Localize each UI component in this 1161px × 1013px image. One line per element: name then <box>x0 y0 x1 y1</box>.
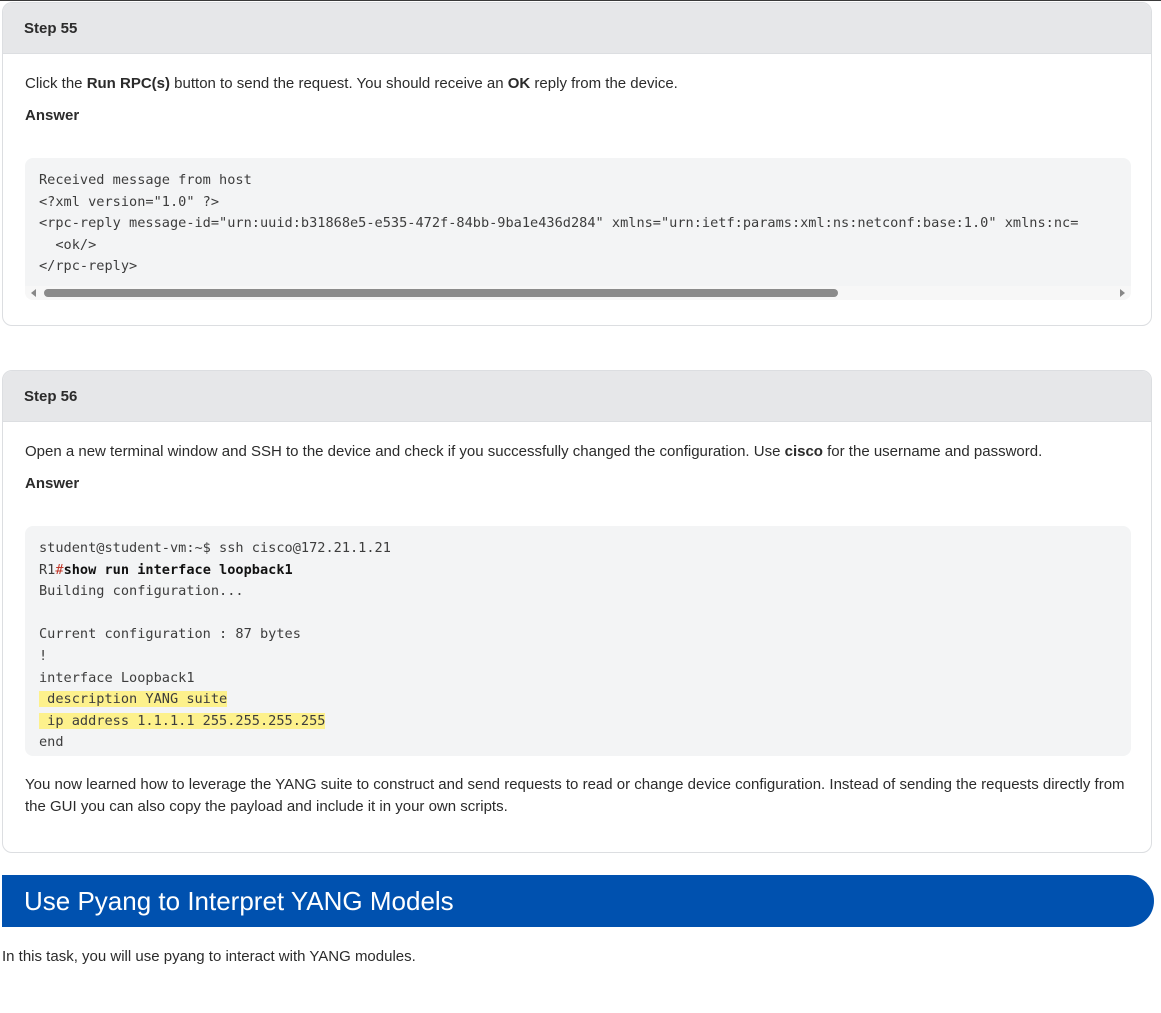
step-55-card: Step 55 Click the Run RPC(s) button to s… <box>2 2 1152 326</box>
scroll-left-arrow-icon[interactable] <box>31 288 36 297</box>
code-line: Received message from host <box>39 172 252 188</box>
code-line: <rpc-reply message-id="urn:uuid:b31868e5… <box>39 215 1079 232</box>
instr-text: reply from the device. <box>530 75 678 92</box>
instr-text: button to send the request. You should r… <box>170 75 508 92</box>
code-line: interface Loopback1 <box>39 669 195 686</box>
step-56-title: Step 56 <box>24 387 78 405</box>
code-line: ! <box>39 647 48 664</box>
code-line: </rpc-reply> <box>39 258 138 275</box>
step-55-code-block: Received message from host <?xml version… <box>25 158 1131 300</box>
instr-text: Open a new terminal window and SSH to th… <box>25 443 785 460</box>
step-55-title: Step 55 <box>24 19 78 37</box>
run-rpc-label: Run RPC(s) <box>86 75 171 92</box>
step-55-instruction: Click the Run RPC(s) button to send the … <box>25 73 1129 95</box>
step-56-header: Step 56 <box>3 371 1151 422</box>
step-56-summary: You now learned how to leverage the YANG… <box>25 775 1125 815</box>
step-55-body: Click the Run RPC(s) button to send the … <box>3 73 1151 300</box>
cisco-label: cisco <box>784 443 823 460</box>
code-content: Received message from host <?xml version… <box>25 158 1131 286</box>
scrollbar-thumb[interactable] <box>44 288 838 297</box>
step-56-instruction: Open a new terminal window and SSH to th… <box>25 441 1129 463</box>
prompt-hash: # <box>55 561 64 578</box>
scroll-right-arrow-icon[interactable] <box>1120 288 1125 297</box>
code-line: Current configuration : 87 bytes <box>39 626 301 643</box>
step-55-header: Step 55 <box>3 3 1151 54</box>
section-intro: In this task, you will use pyang to inte… <box>2 948 416 965</box>
top-border <box>0 0 1161 1</box>
code-line: student@student-vm:~$ ssh cisco@172.21.1… <box>39 540 391 556</box>
code-line: Building configuration... <box>39 583 244 600</box>
ok-label: OK <box>507 75 531 92</box>
code-line: <?xml version="1.0" ?> <box>39 193 220 210</box>
step-55-answer-label: Answer <box>25 107 80 124</box>
code-line: <ok/> <box>39 236 97 253</box>
step-56-card: Step 56 Open a new terminal window and S… <box>2 370 1152 853</box>
highlighted-code-line: description YANG suite <box>39 691 228 708</box>
step-56-answer-label: Answer <box>25 475 80 492</box>
prompt-host: R1 <box>39 561 56 578</box>
horizontal-scrollbar[interactable] <box>25 285 1131 300</box>
instr-text: for the username and password. <box>822 443 1043 460</box>
section-banner: Use Pyang to Interpret YANG Models <box>2 875 1154 927</box>
code-content: student@student-vm:~$ ssh cisco@172.21.1… <box>25 526 1131 756</box>
section-title: Use Pyang to Interpret YANG Models <box>24 885 454 916</box>
highlighted-code-line: ip address 1.1.1.1 255.255.255.255 <box>39 712 326 729</box>
step-56-code-block: student@student-vm:~$ ssh cisco@172.21.1… <box>25 526 1131 756</box>
code-line: end <box>39 734 64 751</box>
instr-text: Click the <box>25 75 87 92</box>
step-56-body: Open a new terminal window and SSH to th… <box>3 441 1151 818</box>
code-line: R1#show run interface loopback1 <box>39 562 293 578</box>
command-text: show run interface loopback1 <box>63 561 293 578</box>
